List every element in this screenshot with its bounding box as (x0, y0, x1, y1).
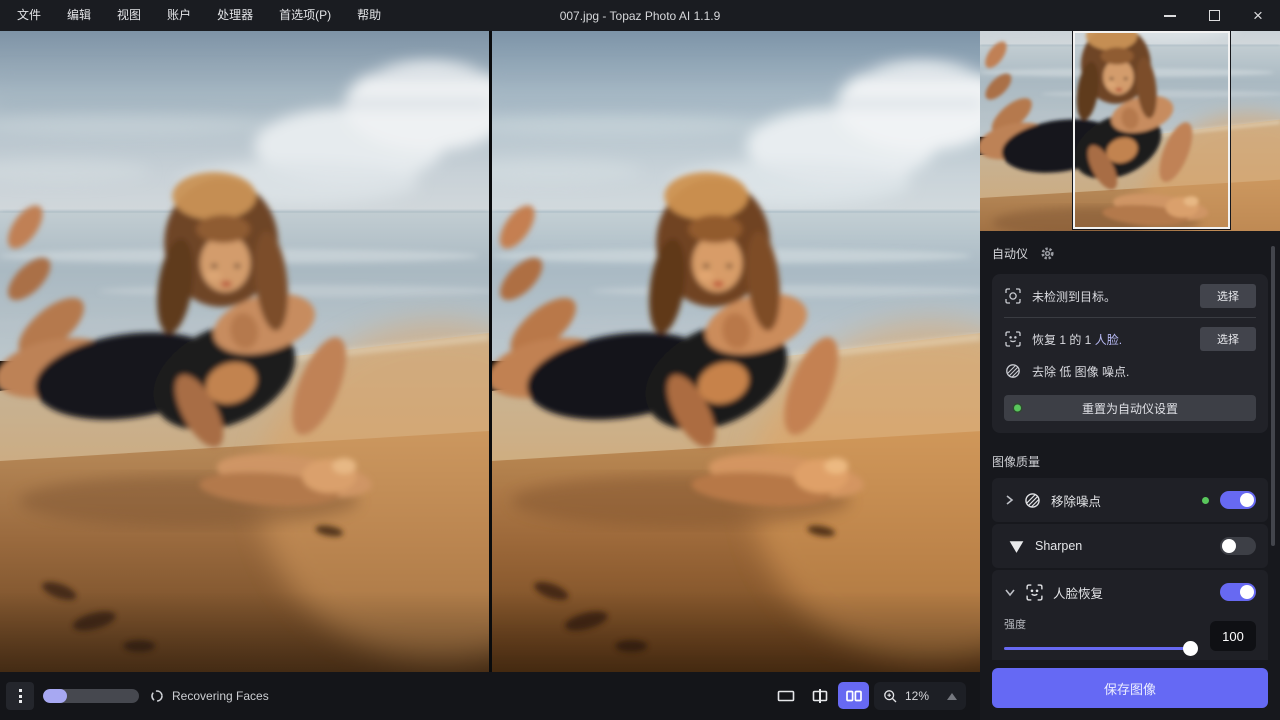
target-detect-icon (1004, 287, 1022, 305)
sharpen-label: Sharpen (1035, 539, 1082, 553)
status-bar: Recovering Faces (0, 672, 980, 720)
strength-label: 强度 (1004, 616, 1198, 632)
minimize-icon (1164, 15, 1176, 17)
view-mode-group (770, 682, 869, 709)
autopilot-enabled-dot (1202, 497, 1209, 504)
save-image-button[interactable]: 保存图像 (992, 668, 1268, 708)
zoom-dropdown-icon[interactable] (947, 693, 957, 700)
panel-body: 自动仪 未检测到目标。 选择 (980, 231, 1280, 700)
comparison-canvas (0, 31, 980, 672)
progress-fill (43, 689, 67, 703)
menu-edit[interactable]: 编辑 (54, 0, 104, 31)
face-recovery-row[interactable]: 人脸恢复 (992, 570, 1268, 614)
menu-preferences[interactable]: 首选项(P) (266, 0, 344, 31)
single-view-button[interactable] (770, 682, 801, 709)
face-detect-icon (1004, 330, 1022, 348)
noise-removal-text: 去除 低 图像 噪点. (1032, 363, 1129, 380)
gear-icon[interactable] (1039, 245, 1056, 262)
remove-noise-row[interactable]: 移除噪点 (992, 478, 1268, 522)
sharpen-toggle[interactable] (1220, 537, 1256, 555)
maximize-icon (1209, 10, 1220, 21)
single-view-icon (776, 686, 796, 706)
target-status-text: 未检测到目标。 (1032, 288, 1116, 305)
sharpen-card: Sharpen (992, 524, 1268, 568)
strength-slider[interactable] (1004, 641, 1198, 656)
close-button[interactable]: × (1236, 0, 1280, 31)
viewport-rectangle[interactable] (1073, 31, 1230, 229)
titlebar: 文件 编辑 视图 账户 处理器 首选项(P) 帮助 007.jpg - Topa… (0, 0, 1280, 31)
processing-status: Recovering Faces (172, 689, 269, 703)
before-image-pane[interactable] (0, 31, 489, 672)
queue-menu-button[interactable] (6, 682, 34, 710)
close-icon: × (1253, 7, 1263, 24)
autopilot-dot (1014, 405, 1021, 412)
menu-file[interactable]: 文件 (4, 0, 54, 31)
split-view-icon (810, 686, 830, 706)
autopilot-card: 未检测到目标。 选择 恢复 1 的 1 人脸. 选择 (992, 274, 1268, 433)
face-count-link[interactable]: 人脸. (1095, 333, 1122, 347)
remove-noise-card: 移除噪点 (992, 478, 1268, 522)
face-recovery-toggle[interactable] (1220, 583, 1256, 601)
sharpen-row[interactable]: Sharpen (992, 524, 1268, 568)
select-target-button[interactable]: 选择 (1200, 284, 1256, 308)
image-quality-title: 图像质量 (992, 453, 1268, 470)
maximize-button[interactable] (1192, 0, 1236, 31)
strength-slider-knob[interactable] (1183, 641, 1198, 656)
side-by-side-view-button[interactable] (838, 682, 869, 709)
autopilot-title: 自动仪 (992, 245, 1028, 262)
beach-photo (492, 31, 981, 672)
menu-view[interactable]: 视图 (104, 0, 154, 31)
window-controls: × (1148, 0, 1280, 31)
beach-photo (0, 31, 489, 672)
remove-noise-toggle[interactable] (1220, 491, 1256, 509)
split-view-button[interactable] (804, 682, 835, 709)
reset-autopilot-button[interactable]: 重置为自动仪设置 (1004, 395, 1256, 421)
strength-value[interactable]: 100 (1210, 621, 1256, 651)
select-faces-button[interactable]: 选择 (1200, 327, 1256, 351)
face-recover-text: 恢复 1 的 1 人脸. (1032, 331, 1122, 348)
panel-scrollbar[interactable] (1271, 246, 1275, 546)
zoom-level: 12% (905, 689, 929, 703)
chevron-right-icon[interactable] (1004, 494, 1014, 506)
remove-noise-icon (1023, 491, 1042, 510)
menu-help[interactable]: 帮助 (344, 0, 394, 31)
sharpen-icon (1007, 537, 1026, 556)
after-image-pane[interactable] (492, 31, 981, 672)
menu-bar: 文件 编辑 视图 账户 处理器 首选项(P) 帮助 (0, 0, 394, 31)
spinner-icon (150, 689, 164, 703)
right-panel: 自动仪 未检测到目标。 选择 (980, 31, 1280, 720)
zoom-control[interactable]: 12% (874, 682, 966, 710)
chevron-down-icon[interactable] (1004, 587, 1016, 597)
progress-bar (43, 689, 139, 703)
menu-account[interactable]: 账户 (154, 0, 204, 31)
minimize-button[interactable] (1148, 0, 1192, 31)
face-recovery-icon (1025, 583, 1044, 602)
noise-icon (1004, 362, 1022, 380)
face-recovery-label: 人脸恢复 (1053, 583, 1103, 602)
remove-noise-label: 移除噪点 (1051, 491, 1101, 510)
side-by-side-view-icon (844, 686, 864, 706)
menu-processor[interactable]: 处理器 (204, 0, 266, 31)
navigator-thumbnail[interactable] (980, 31, 1280, 231)
app-window: 文件 编辑 视图 账户 处理器 首选项(P) 帮助 007.jpg - Topa… (0, 0, 1280, 720)
zoom-in-icon (883, 689, 898, 704)
